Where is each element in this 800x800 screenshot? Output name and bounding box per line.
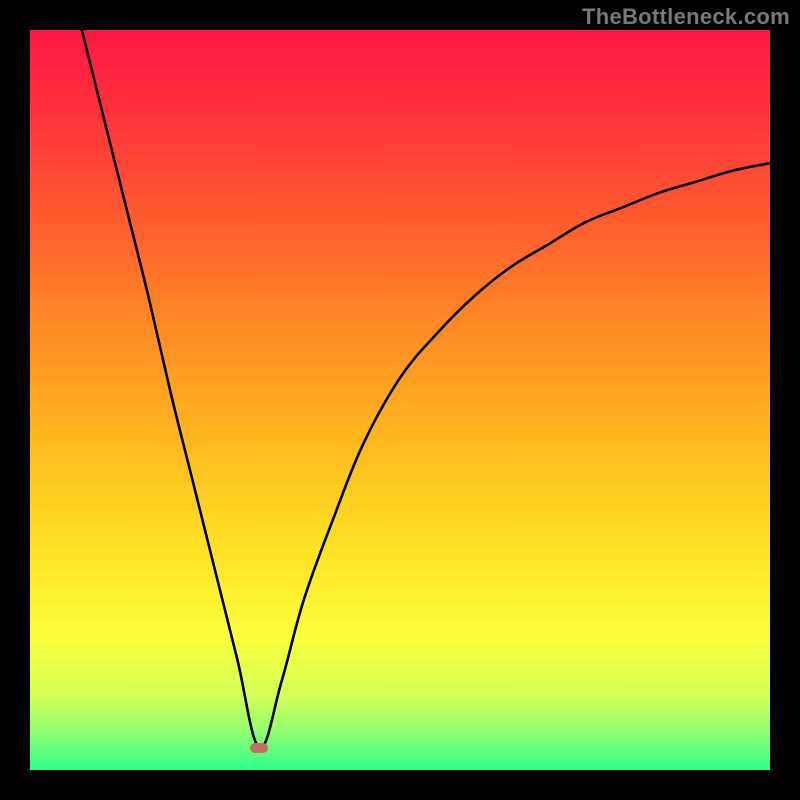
watermark-text: TheBottleneck.com — [582, 4, 790, 30]
bottleneck-curve — [30, 30, 770, 770]
chart-frame: TheBottleneck.com — [0, 0, 800, 800]
optimal-point-marker — [250, 743, 268, 753]
plot-area — [30, 30, 770, 770]
